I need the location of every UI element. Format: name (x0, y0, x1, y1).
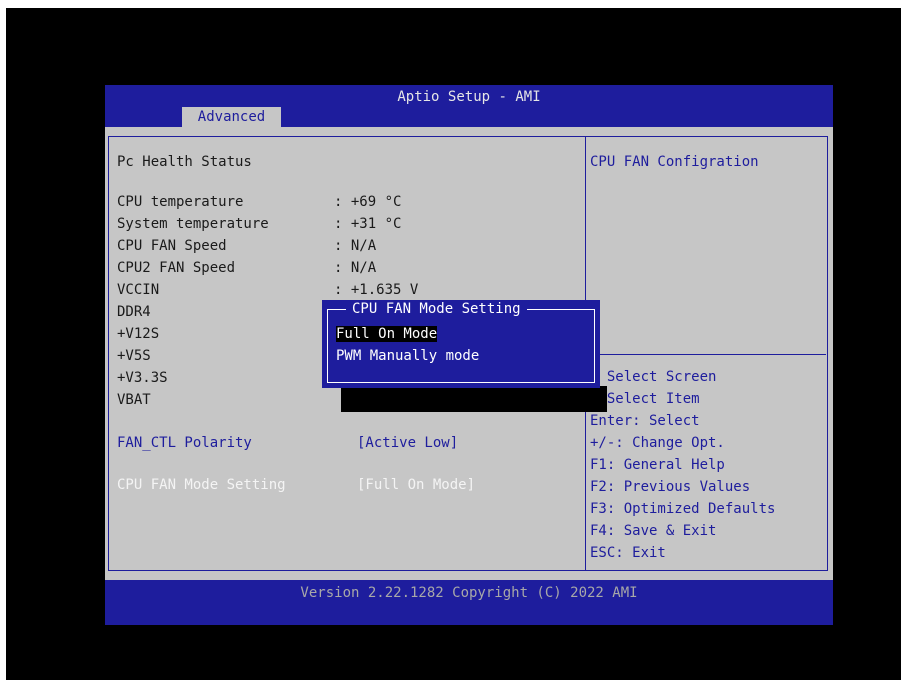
help-key-f1: F1: General Help (590, 457, 725, 473)
help-key-select-screen: Select Screen (590, 369, 717, 385)
help-key-change-opt: +/-: Change Opt. (590, 435, 725, 451)
fan-ctl-polarity-label[interactable]: FAN_CTL Polarity (117, 435, 252, 451)
row-value-cpu-fan-speed: : N/A (334, 238, 377, 254)
row-label-cpu-fan-speed: CPU FAN Speed (117, 238, 227, 254)
version-text: Version 2.22.1282 Copyright (C) 2022 AMI (300, 585, 638, 601)
row-label-v12s: +V12S (117, 326, 160, 342)
footer-bar: Version 2.22.1282 Copyright (C) 2022 AMI (105, 580, 833, 625)
header-bar: Aptio Setup - AMI Advanced (105, 85, 833, 127)
row-value-vccin: : +1.635 V (334, 282, 419, 298)
help-key-f3: F3: Optimized Defaults (590, 501, 776, 517)
row-label-vccin: VCCIN (117, 282, 160, 298)
popup-option-pwm-manually-mode[interactable]: PWM Manually mode (336, 348, 479, 364)
cpu-fan-mode-setting-label[interactable]: CPU FAN Mode Setting (117, 477, 286, 493)
row-label-vbat: VBAT (117, 392, 151, 408)
cpu-fan-mode-popup: CPU FAN Mode Setting Full On Mode PWM Ma… (322, 300, 600, 388)
app-title: Aptio Setup - AMI (397, 89, 541, 105)
row-label-v5s: +V5S (117, 348, 151, 364)
help-key-enter: Enter: Select (590, 413, 700, 429)
row-label-cpu2-fan-speed: CPU2 FAN Speed (117, 260, 236, 276)
bios-setup-window: Aptio Setup - AMI Advanced Pc Health Sta… (105, 85, 833, 625)
help-divider (586, 354, 826, 355)
help-key-f4: F4: Save & Exit (590, 523, 717, 539)
help-key-esc: ESC: Exit (590, 545, 666, 561)
row-value-system-temperature: : +31 °C (334, 216, 402, 232)
row-label-v33s: +V3.3S (117, 370, 168, 386)
cpu-fan-mode-setting-value[interactable]: [Full On Mode] (357, 477, 475, 493)
tab-advanced[interactable]: Advanced (182, 107, 281, 127)
section-title: Pc Health Status (117, 154, 252, 170)
fan-ctl-polarity-value[interactable]: [Active Low] (357, 435, 458, 451)
row-label-cpu-temperature: CPU temperature (117, 194, 244, 210)
monitor-screen: Aptio Setup - AMI Advanced Pc Health Sta… (6, 8, 901, 680)
row-label-system-temperature: System temperature (117, 216, 269, 232)
help-key-f2: F2: Previous Values (590, 479, 751, 495)
help-description: CPU FAN Configration (590, 154, 759, 170)
row-label-ddr4: DDR4 (117, 304, 151, 320)
popup-shadow (341, 386, 607, 412)
row-value-cpu2-fan-speed: : N/A (334, 260, 377, 276)
row-value-cpu-temperature: : +69 °C (334, 194, 402, 210)
popup-title: CPU FAN Mode Setting (346, 301, 527, 317)
popup-option-full-on-mode[interactable]: Full On Mode (336, 326, 438, 342)
popup-frame (327, 309, 595, 383)
